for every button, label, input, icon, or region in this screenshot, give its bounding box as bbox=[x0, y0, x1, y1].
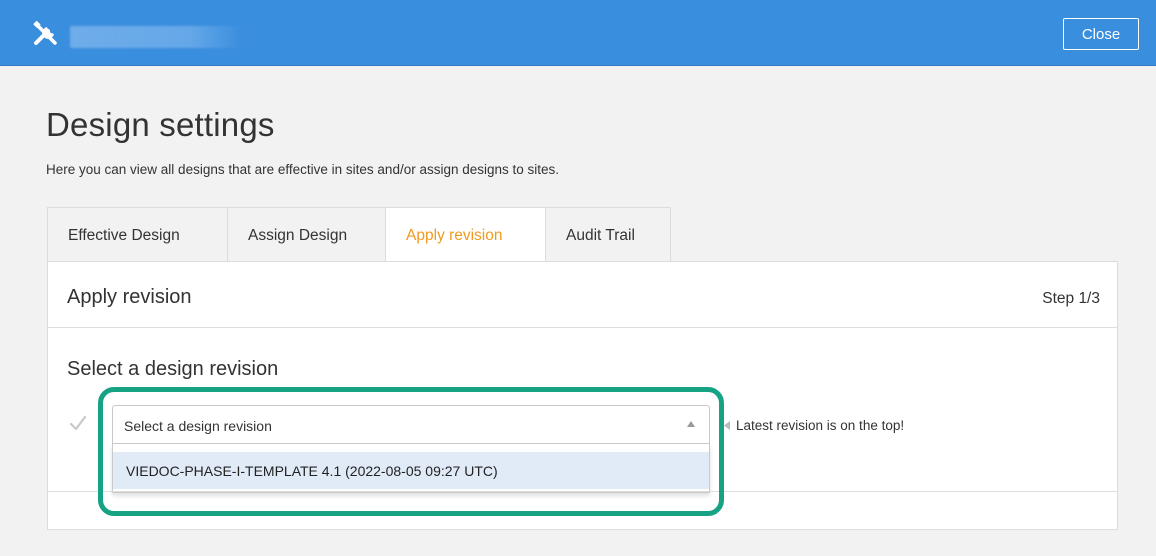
check-icon bbox=[69, 415, 87, 431]
tab-audit-trail[interactable]: Audit Trail bbox=[545, 207, 671, 262]
page-description: Here you can view all designs that are e… bbox=[46, 162, 560, 177]
redacted-study-title bbox=[70, 26, 242, 48]
section-title: Select a design revision bbox=[67, 358, 279, 380]
page-title: Design settings bbox=[46, 106, 275, 143]
highlight-annotation bbox=[98, 387, 724, 516]
panel-title: Apply revision bbox=[67, 286, 192, 308]
tab-assign-design[interactable]: Assign Design bbox=[227, 207, 385, 262]
apply-revision-panel: Apply revision Step 1/3 Select a design … bbox=[47, 261, 1118, 530]
hint-text: Latest revision is on the top! bbox=[736, 418, 905, 433]
tab-bar: Effective Design Assign Design Apply rev… bbox=[47, 207, 671, 262]
caret-left-icon bbox=[724, 421, 730, 430]
top-bar: Close bbox=[0, 0, 1156, 66]
panel-header: Apply revision Step 1/3 bbox=[48, 262, 1117, 328]
tab-effective-design[interactable]: Effective Design bbox=[47, 207, 227, 262]
close-button[interactable]: Close bbox=[1063, 18, 1139, 50]
tools-icon bbox=[33, 21, 57, 45]
step-indicator: Step 1/3 bbox=[1042, 290, 1100, 307]
tab-apply-revision[interactable]: Apply revision bbox=[385, 207, 545, 262]
revision-hint: Latest revision is on the top! bbox=[724, 418, 904, 433]
